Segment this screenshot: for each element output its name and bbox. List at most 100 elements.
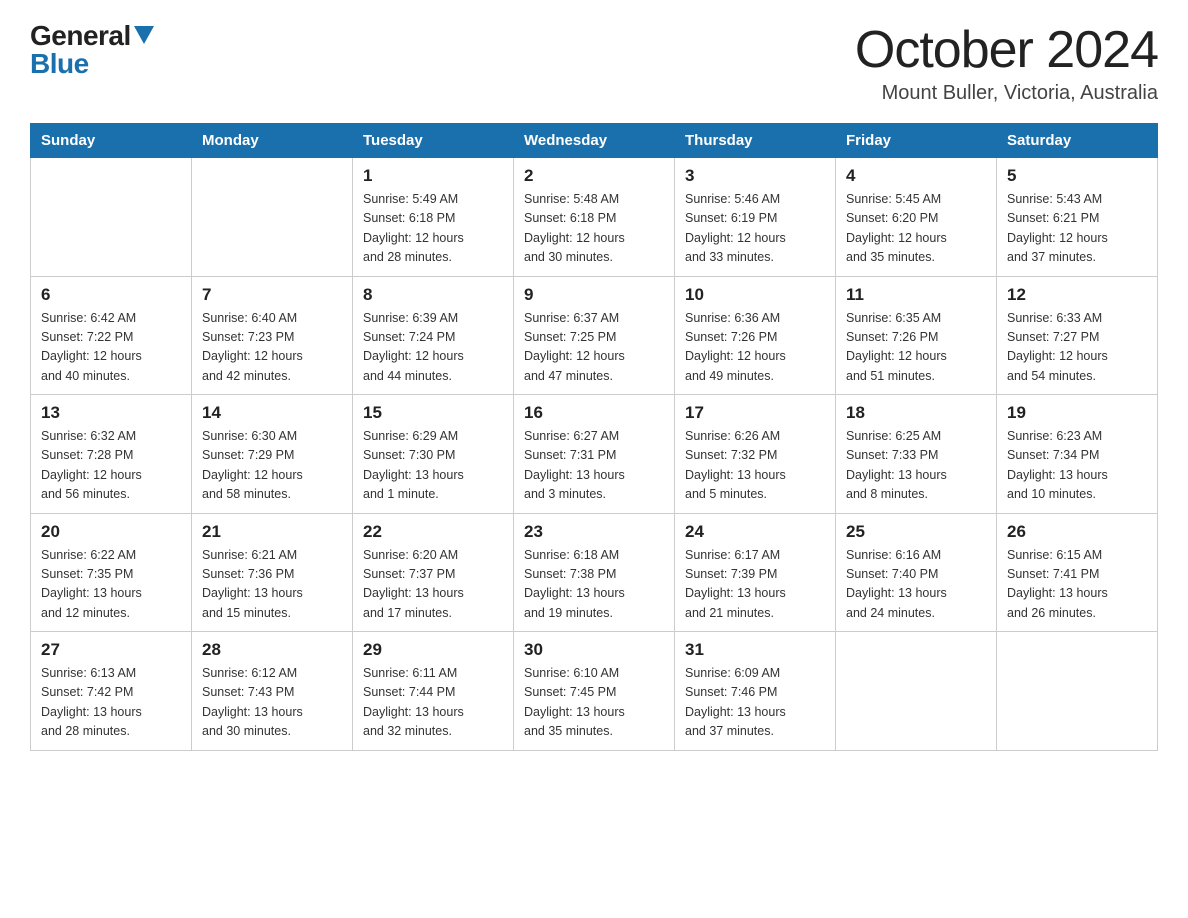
calendar-cell: 20Sunrise: 6:22 AMSunset: 7:35 PMDayligh…: [31, 513, 192, 632]
day-info: Sunrise: 6:27 AMSunset: 7:31 PMDaylight:…: [524, 427, 664, 505]
day-info: Sunrise: 6:18 AMSunset: 7:38 PMDaylight:…: [524, 546, 664, 624]
calendar-cell: 22 Sunrise: 6:20 AMSunset: 7:37 PMDayligh…: [353, 513, 514, 632]
day-info: Sunrise: 6:37 AMSunset: 7:25 PMDaylight:…: [524, 309, 664, 387]
calendar-week-row: 13 Sunrise: 6:32 AMSunset: 7:28 PMDayligh…: [31, 395, 1158, 514]
day-number: 24: [685, 522, 825, 542]
day-number: 17: [685, 403, 825, 423]
calendar-cell: 9 Sunrise: 6:37 AMSunset: 7:25 PMDaylight…: [514, 276, 675, 395]
day-info: Sunrise: 6:23 AMSunset: 7:34 PMDaylight:…: [1007, 427, 1147, 505]
day-info: Sunrise: 6:13 AMSunset: 7:42 PMDaylight:…: [41, 664, 181, 742]
calendar-cell: 27 Sunrise: 6:13 AMSunset: 7:42 PMDayligh…: [31, 632, 192, 751]
day-info: Sunrise: 5:49 AMSunset: 6:18 PMDaylight:…: [363, 190, 503, 268]
header-tuesday: Tuesday: [353, 124, 514, 158]
day-info: Sunrise: 6:30 AMSunset: 7:29 PMDaylight:…: [202, 427, 342, 505]
day-number: 31: [685, 640, 825, 660]
calendar-cell: 28 Sunrise: 6:12 AMSunset: 7:43 PMDayligh…: [192, 632, 353, 751]
calendar-cell: 31 Sunrise: 6:09 AMSunset: 7:46 PMDayligh…: [675, 632, 836, 751]
day-number: 25: [846, 522, 986, 542]
day-info: Sunrise: 5:43 AMSunset: 6:21 PMDaylight:…: [1007, 190, 1147, 268]
day-number: 10: [685, 285, 825, 305]
day-info: Sunrise: 6:09 AMSunset: 7:46 PMDaylight:…: [685, 664, 825, 742]
calendar-cell: [997, 632, 1158, 751]
day-info: Sunrise: 6:17 AMSunset: 7:39 PMDaylight:…: [685, 546, 825, 624]
calendar-title: October 2024: [855, 20, 1158, 80]
logo-triangle-icon: [134, 26, 154, 44]
calendar-cell: 15 Sunrise: 6:29 AMSunset: 7:30 PMDayligh…: [353, 395, 514, 514]
day-info: Sunrise: 6:21 AMSunset: 7:36 PMDaylight:…: [202, 546, 342, 624]
day-number: 9: [524, 285, 664, 305]
calendar-week-row: 6Sunrise: 6:42 AMSunset: 7:22 PMDaylight…: [31, 276, 1158, 395]
calendar-cell: 26 Sunrise: 6:15 AMSunset: 7:41 PMDayligh…: [997, 513, 1158, 632]
calendar-cell: 10 Sunrise: 6:36 AMSunset: 7:26 PMDayligh…: [675, 276, 836, 395]
calendar-cell: 12Sunrise: 6:33 AMSunset: 7:27 PMDayligh…: [997, 276, 1158, 395]
logo: General Blue: [30, 20, 154, 80]
title-area: October 2024 Mount Buller, Victoria, Aus…: [855, 20, 1158, 105]
header-thursday: Thursday: [675, 124, 836, 158]
day-info: Sunrise: 6:12 AMSunset: 7:43 PMDaylight:…: [202, 664, 342, 742]
day-number: 2: [524, 166, 664, 186]
day-number: 13: [41, 403, 181, 423]
day-number: 21: [202, 522, 342, 542]
day-number: 3: [685, 166, 825, 186]
calendar-week-row: 20Sunrise: 6:22 AMSunset: 7:35 PMDayligh…: [31, 513, 1158, 632]
day-info: Sunrise: 6:16 AMSunset: 7:40 PMDaylight:…: [846, 546, 986, 624]
calendar-cell: 19 Sunrise: 6:23 AMSunset: 7:34 PMDayligh…: [997, 395, 1158, 514]
day-info: Sunrise: 6:32 AMSunset: 7:28 PMDaylight:…: [41, 427, 181, 505]
calendar-cell: 8 Sunrise: 6:39 AMSunset: 7:24 PMDaylight…: [353, 276, 514, 395]
calendar-cell: [836, 632, 997, 751]
day-number: 26: [1007, 522, 1147, 542]
day-info: Sunrise: 5:45 AMSunset: 6:20 PMDaylight:…: [846, 190, 986, 268]
day-number: 18: [846, 403, 986, 423]
day-number: 19: [1007, 403, 1147, 423]
calendar-week-row: 27 Sunrise: 6:13 AMSunset: 7:42 PMDayligh…: [31, 632, 1158, 751]
day-number: 30: [524, 640, 664, 660]
day-info: Sunrise: 6:26 AMSunset: 7:32 PMDaylight:…: [685, 427, 825, 505]
day-number: 15: [363, 403, 503, 423]
calendar-cell: 6Sunrise: 6:42 AMSunset: 7:22 PMDaylight…: [31, 276, 192, 395]
day-info: Sunrise: 6:15 AMSunset: 7:41 PMDaylight:…: [1007, 546, 1147, 624]
calendar-header: SundayMondayTuesdayWednesdayThursdayFrid…: [31, 124, 1158, 158]
calendar-cell: 21 Sunrise: 6:21 AMSunset: 7:36 PMDayligh…: [192, 513, 353, 632]
calendar-cell: 17 Sunrise: 6:26 AMSunset: 7:32 PMDayligh…: [675, 395, 836, 514]
day-info: Sunrise: 6:36 AMSunset: 7:26 PMDaylight:…: [685, 309, 825, 387]
calendar-cell: 11 Sunrise: 6:35 AMSunset: 7:26 PMDayligh…: [836, 276, 997, 395]
calendar-cell: 14 Sunrise: 6:30 AMSunset: 7:29 PMDayligh…: [192, 395, 353, 514]
day-info: Sunrise: 6:40 AMSunset: 7:23 PMDaylight:…: [202, 309, 342, 387]
calendar-cell: 16Sunrise: 6:27 AMSunset: 7:31 PMDayligh…: [514, 395, 675, 514]
day-info: Sunrise: 6:20 AMSunset: 7:37 PMDaylight:…: [363, 546, 503, 624]
day-info: Sunrise: 6:42 AMSunset: 7:22 PMDaylight:…: [41, 309, 181, 387]
calendar-cell: 24 Sunrise: 6:17 AMSunset: 7:39 PMDayligh…: [675, 513, 836, 632]
day-number: 11: [846, 285, 986, 305]
day-number: 4: [846, 166, 986, 186]
day-number: 1: [363, 166, 503, 186]
calendar-cell: [192, 158, 353, 277]
header-monday: Monday: [192, 124, 353, 158]
calendar-cell: 3Sunrise: 5:46 AMSunset: 6:19 PMDaylight…: [675, 158, 836, 277]
calendar-body: 1 Sunrise: 5:49 AMSunset: 6:18 PMDaylight…: [31, 158, 1158, 751]
day-info: Sunrise: 6:25 AMSunset: 7:33 PMDaylight:…: [846, 427, 986, 505]
day-number: 5: [1007, 166, 1147, 186]
calendar-cell: 30 Sunrise: 6:10 AMSunset: 7:45 PMDayligh…: [514, 632, 675, 751]
day-number: 14: [202, 403, 342, 423]
header-row: SundayMondayTuesdayWednesdayThursdayFrid…: [31, 124, 1158, 158]
calendar-cell: 4 Sunrise: 5:45 AMSunset: 6:20 PMDaylight…: [836, 158, 997, 277]
calendar-week-row: 1 Sunrise: 5:49 AMSunset: 6:18 PMDaylight…: [31, 158, 1158, 277]
day-number: 28: [202, 640, 342, 660]
day-info: Sunrise: 6:10 AMSunset: 7:45 PMDaylight:…: [524, 664, 664, 742]
calendar-cell: 1 Sunrise: 5:49 AMSunset: 6:18 PMDaylight…: [353, 158, 514, 277]
day-info: Sunrise: 5:48 AMSunset: 6:18 PMDaylight:…: [524, 190, 664, 268]
calendar-cell: 18 Sunrise: 6:25 AMSunset: 7:33 PMDayligh…: [836, 395, 997, 514]
calendar-cell: [31, 158, 192, 277]
day-info: Sunrise: 6:35 AMSunset: 7:26 PMDaylight:…: [846, 309, 986, 387]
day-number: 27: [41, 640, 181, 660]
day-info: Sunrise: 6:29 AMSunset: 7:30 PMDaylight:…: [363, 427, 503, 505]
day-number: 7: [202, 285, 342, 305]
calendar-cell: 2 Sunrise: 5:48 AMSunset: 6:18 PMDaylight…: [514, 158, 675, 277]
day-number: 8: [363, 285, 503, 305]
day-info: Sunrise: 6:39 AMSunset: 7:24 PMDaylight:…: [363, 309, 503, 387]
day-number: 12: [1007, 285, 1147, 305]
calendar-cell: 29Sunrise: 6:11 AMSunset: 7:44 PMDayligh…: [353, 632, 514, 751]
calendar-table: SundayMondayTuesdayWednesdayThursdayFrid…: [30, 123, 1158, 751]
calendar-cell: 13 Sunrise: 6:32 AMSunset: 7:28 PMDayligh…: [31, 395, 192, 514]
day-number: 22: [363, 522, 503, 542]
